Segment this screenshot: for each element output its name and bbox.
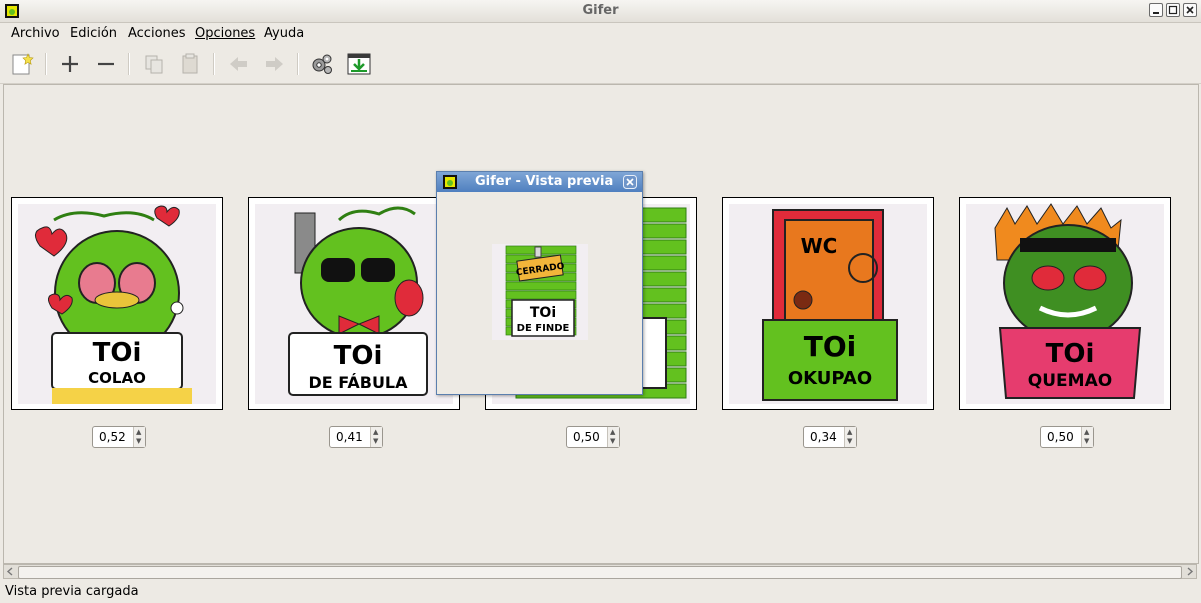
frame-2-caption-bottom: DE FÁBULA xyxy=(308,373,408,392)
menu-archivo[interactable]: Archivo xyxy=(11,26,60,41)
remove-icon[interactable] xyxy=(93,51,119,77)
delay-value-1: 0,52 xyxy=(99,430,126,444)
horizontal-scrollbar[interactable] xyxy=(3,564,1197,579)
menu-edicion[interactable]: Edición xyxy=(70,26,117,41)
frame-5-caption-top: TOi xyxy=(1046,339,1095,369)
frame-4-caption-top: TOi xyxy=(804,330,857,363)
status-text: Vista previa cargada xyxy=(5,584,139,599)
frame-2-caption-top: TOi xyxy=(334,341,383,371)
toolbar xyxy=(0,45,1201,84)
delay-spinbox-4[interactable]: 0,34 ▲ ▼ xyxy=(803,426,857,448)
delay-spinbox-2[interactable]: 0,41 ▲ ▼ xyxy=(329,426,383,448)
spin-arrows-icon[interactable]: ▲ ▼ xyxy=(607,427,619,447)
spin-arrows-icon[interactable]: ▲ ▼ xyxy=(133,427,145,447)
delay-value-5: 0,50 xyxy=(1047,430,1074,444)
delay-spinbox-5[interactable]: 0,50 ▲ ▼ xyxy=(1040,426,1094,448)
maximize-icon[interactable] xyxy=(1166,3,1180,17)
preview-title: Gifer - Vista previa xyxy=(475,174,614,189)
delay-spinbox-1[interactable]: 0,52 ▲ ▼ xyxy=(92,426,146,448)
export-icon[interactable] xyxy=(346,51,372,77)
frame-thumbnail-5[interactable]: TOi QUEMAO xyxy=(959,197,1171,410)
frame-1-caption-top: TOi xyxy=(93,338,142,368)
spin-arrows-icon[interactable]: ▲ ▼ xyxy=(844,427,856,447)
new-icon[interactable] xyxy=(9,51,35,77)
frame-5-caption-bottom: QUEMAO xyxy=(1028,371,1112,391)
menu-opciones[interactable]: Opciones xyxy=(195,26,255,41)
frame-thumbnail-1[interactable]: TOi COLAO xyxy=(11,197,223,410)
minimize-icon[interactable] xyxy=(1149,3,1163,17)
preview-caption-bottom: DE FINDE xyxy=(517,323,570,334)
paste-icon[interactable] xyxy=(177,51,203,77)
delay-value-2: 0,41 xyxy=(336,430,363,444)
menu-bar: Archivo Edición Acciones Opciones Ayuda xyxy=(0,23,1201,44)
window-titlebar: Gifer xyxy=(0,0,1201,23)
close-icon[interactable] xyxy=(1183,3,1197,17)
frame-1-caption-bottom: COLAO xyxy=(88,369,146,387)
spin-arrows-icon[interactable]: ▲ ▼ xyxy=(370,427,382,447)
delay-spinbox-3[interactable]: 0,50 ▲ ▼ xyxy=(566,426,620,448)
copy-icon[interactable] xyxy=(141,51,167,77)
preview-dialog: Gifer - Vista previa CERRADO TOi DE FIND… xyxy=(436,171,643,395)
frame-4-sign: WC xyxy=(801,234,838,258)
add-icon[interactable] xyxy=(57,51,83,77)
preview-caption-top: TOi xyxy=(530,305,556,321)
window-title: Gifer xyxy=(582,3,619,18)
preview-titlebar: Gifer - Vista previa xyxy=(437,172,642,192)
scrollbar-thumb[interactable] xyxy=(18,566,1182,579)
frame-4-caption-bottom: OKUPAO xyxy=(788,368,872,389)
preview-image: CERRADO TOi DE FINDE xyxy=(492,244,588,340)
menu-ayuda[interactable]: Ayuda xyxy=(264,26,304,41)
settings-icon[interactable] xyxy=(309,51,335,77)
frame-thumbnail-4[interactable]: WC TOi OKUPAO xyxy=(722,197,934,410)
menu-acciones[interactable]: Acciones xyxy=(128,26,186,41)
status-bar: Vista previa cargada xyxy=(0,581,1201,603)
delay-value-3: 0,50 xyxy=(573,430,600,444)
forward-icon[interactable] xyxy=(261,51,287,77)
frame-thumbnail-2[interactable]: TOi DE FÁBULA xyxy=(248,197,460,410)
scroll-left-icon[interactable] xyxy=(6,567,15,576)
scroll-right-icon[interactable] xyxy=(1185,567,1194,576)
app-icon xyxy=(443,175,457,189)
spin-arrows-icon[interactable]: ▲ ▼ xyxy=(1081,427,1093,447)
delay-value-4: 0,34 xyxy=(810,430,837,444)
close-icon[interactable] xyxy=(623,175,637,189)
back-icon[interactable] xyxy=(226,51,252,77)
